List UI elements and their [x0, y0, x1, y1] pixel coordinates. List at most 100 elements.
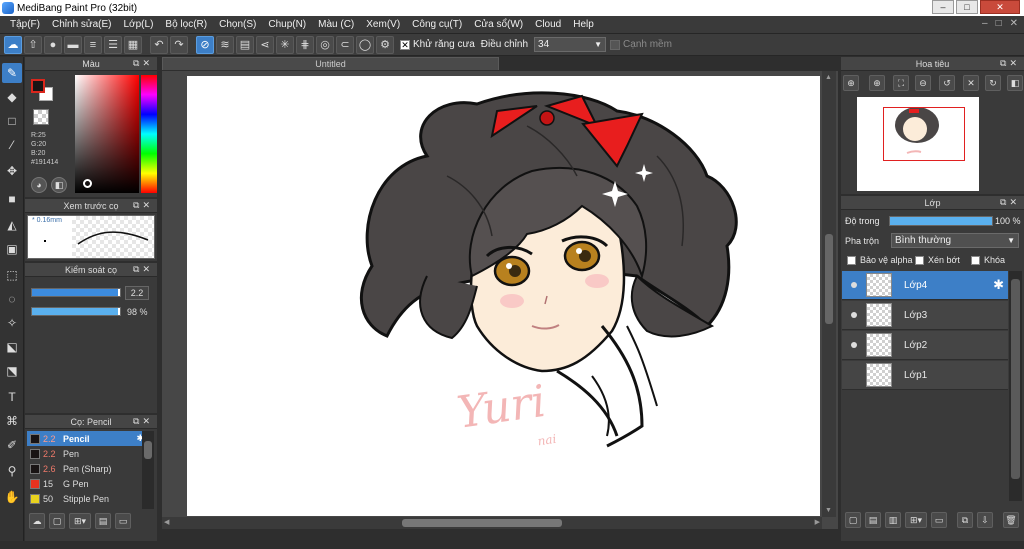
fit-icon[interactable]: ⛶	[893, 75, 909, 91]
soft-edge-checkbox[interactable]	[610, 39, 621, 50]
flip-icon[interactable]: ◧	[1007, 75, 1023, 91]
brush-item-pencil[interactable]: 2.2 Pencil ✱	[27, 431, 147, 446]
gear-icon[interactable]: ✱	[993, 277, 1004, 293]
bucket-tool-icon[interactable]: ◭	[2, 215, 22, 235]
foreground-color-swatch[interactable]	[31, 79, 45, 93]
menu-filter[interactable]: Bộ lọc(R)	[159, 19, 213, 30]
canvas-hscroll-thumb[interactable]	[402, 519, 562, 527]
actual-size-icon[interactable]: ✕	[963, 75, 979, 91]
snap-circle-icon[interactable]: ◎	[316, 35, 334, 54]
cloud-icon[interactable]: ☁	[4, 35, 22, 54]
lasso-tool-icon[interactable]: ◌	[2, 289, 22, 309]
operation-tool-icon[interactable]: ✐	[2, 435, 22, 455]
duplicate-layer-icon[interactable]: ⧉	[957, 512, 973, 528]
color-picker-cursor[interactable]	[83, 179, 92, 188]
clipping-checkbox[interactable]	[915, 255, 924, 265]
canvas-workspace[interactable]: Yuri nai ▲ ▼ ◀ ▶	[162, 71, 838, 529]
brush-item-pen[interactable]: 2.2 Pen	[27, 446, 147, 461]
menu-capture[interactable]: Chup(N)	[262, 19, 312, 30]
correction-select[interactable]: 34 ▼	[534, 37, 607, 52]
menu-view[interactable]: Xem(V)	[360, 19, 406, 30]
transparent-color-swatch[interactable]	[33, 109, 49, 125]
redo-icon[interactable]: ↷	[170, 35, 188, 54]
palette-icon[interactable]: ◕	[31, 177, 47, 193]
brush-item-pen-sharp[interactable]: 2.6 Pen (Sharp)	[27, 461, 147, 476]
scroll-down-arrow[interactable]: ▼	[825, 507, 832, 514]
share-icon[interactable]: ⇧	[24, 35, 42, 54]
brush-item-g-pen[interactable]: 15 G Pen	[27, 476, 147, 491]
gradient-tool-icon[interactable]: ▣	[2, 239, 22, 259]
maximize-button[interactable]: □	[956, 0, 978, 14]
eyedropper-tool-icon[interactable]: ⚲	[2, 461, 22, 481]
saturation-value-picker[interactable]	[75, 75, 139, 193]
layer-row-3[interactable]: Lớp3	[842, 301, 1008, 330]
layer-list-scroll-thumb[interactable]	[1011, 279, 1020, 479]
brush-settings-icon[interactable]: ▤	[95, 513, 111, 529]
menu-color[interactable]: Màu (C)	[312, 19, 360, 30]
divide-tool-icon[interactable]: ⌘	[2, 411, 22, 431]
document-icon[interactable]: ≡	[84, 35, 102, 54]
new-1bit-layer-icon[interactable]: ▥	[885, 512, 901, 528]
scroll-up-arrow[interactable]: ▲	[825, 74, 832, 81]
panel-controls-icon[interactable]: ⧉✕	[1000, 58, 1020, 69]
doc-restore-button[interactable]: □	[996, 18, 1002, 29]
layer-row-2[interactable]: Lớp2	[842, 331, 1008, 360]
eye-icon[interactable]	[842, 312, 866, 318]
canvas-vscroll-thumb[interactable]	[825, 234, 833, 324]
panel-controls-icon[interactable]: ⧉✕	[133, 58, 153, 69]
panel-controls-icon[interactable]: ⧉✕	[133, 416, 153, 427]
cloud-brush-icon[interactable]: ☁	[29, 513, 45, 529]
new-layer-icon[interactable]: ▢	[845, 512, 861, 528]
snap-parallel-icon[interactable]: ≋	[216, 35, 234, 54]
menu-edit[interactable]: Chỉnh sửa(E)	[46, 19, 118, 30]
doc-close-button[interactable]: ✕	[1010, 18, 1018, 29]
select-eraser-tool-icon[interactable]: ⬔	[2, 361, 22, 381]
layer-row-4[interactable]: Lớp4 ✱	[842, 271, 1008, 300]
select-tool-icon[interactable]: ⬚	[2, 265, 22, 285]
snap-radial-icon[interactable]: ✳	[276, 35, 294, 54]
add-brush-icon[interactable]: ⊞▾	[69, 513, 91, 529]
brush-list-scrollbar[interactable]	[142, 431, 154, 509]
navigator-preview[interactable]	[857, 97, 979, 191]
close-button[interactable]: ✕	[980, 0, 1020, 14]
layer-opacity-slider[interactable]	[889, 216, 993, 226]
menu-help[interactable]: Help	[567, 19, 600, 30]
antialias-checkbox[interactable]: ✕	[400, 39, 410, 50]
select-pen-tool-icon[interactable]: ⬕	[2, 337, 22, 357]
lock-option[interactable]: Khóa	[971, 255, 1005, 265]
list-icon[interactable]: ☰	[104, 35, 122, 54]
grid-icon[interactable]: ▦	[124, 35, 142, 54]
menu-select[interactable]: Chọn(S)	[213, 19, 262, 30]
document-tab[interactable]: Untitled	[162, 57, 499, 70]
menu-layer[interactable]: Lớp(L)	[118, 19, 160, 30]
rotate-left-icon[interactable]: ↺	[939, 75, 955, 91]
comment-icon[interactable]: ●	[44, 35, 62, 54]
zoom-out-icon[interactable]: ⊖	[915, 75, 931, 91]
navigator-viewport-frame[interactable]	[883, 107, 965, 161]
snap-off-icon[interactable]: ⊘	[196, 35, 214, 54]
menu-cloud[interactable]: Cloud	[529, 19, 567, 30]
snap-curve-icon[interactable]: ⋕	[296, 35, 314, 54]
shape-tool-icon[interactable]: □	[2, 111, 22, 131]
chat-icon[interactable]: ▬	[64, 35, 82, 54]
layer-row-1[interactable]: Lớp1	[842, 361, 1008, 390]
fill-rect-tool-icon[interactable]: ■	[2, 189, 22, 209]
folder-icon[interactable]: ▭	[115, 513, 131, 529]
eraser-tool-icon[interactable]: ◆	[2, 87, 22, 107]
brush-item-stipple-pen[interactable]: 50 Stipple Pen	[27, 491, 147, 506]
menu-tools[interactable]: Công cụ(T)	[406, 19, 468, 30]
eye-icon[interactable]	[842, 282, 866, 288]
scroll-left-arrow[interactable]: ◀	[164, 518, 169, 526]
undo-icon[interactable]: ↶	[150, 35, 168, 54]
zoom-in-icon[interactable]: ⊕	[843, 75, 859, 91]
menu-window[interactable]: Cửa sổ(W)	[468, 19, 529, 30]
brush-list-scroll-thumb[interactable]	[144, 441, 152, 459]
new-brush-icon[interactable]: ▢	[49, 513, 65, 529]
hue-slider[interactable]	[141, 75, 157, 193]
snap-ellipse-icon[interactable]: ◯	[356, 35, 374, 54]
hand-tool-icon[interactable]: ✋	[2, 487, 22, 507]
menu-file[interactable]: Tập(F)	[4, 19, 46, 30]
snap-cross-icon[interactable]: ▤	[236, 35, 254, 54]
panel-controls-icon[interactable]: ⧉✕	[133, 200, 153, 211]
add-layer-menu-icon[interactable]: ⊞▾	[905, 512, 927, 528]
